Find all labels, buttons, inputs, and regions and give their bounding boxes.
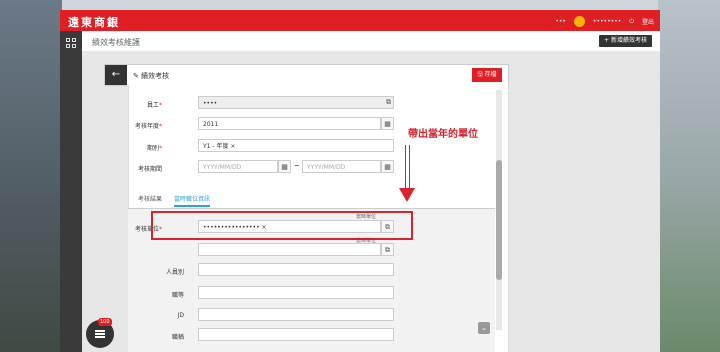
category-label: 人員別 <box>165 269 184 276</box>
title-field[interactable] <box>198 328 394 341</box>
start-date-placeholder: YYYY/MM/DD <box>203 164 242 171</box>
required-mark: * <box>159 102 162 109</box>
annotation-arrow-head <box>399 188 415 202</box>
open-external-icon[interactable]: ⧉ <box>381 243 394 256</box>
panel-title-text: 績效考核 <box>141 72 170 80</box>
background-left <box>0 0 62 352</box>
end-calendar-icon[interactable]: ▦ <box>381 160 394 173</box>
top-bar-right: ••• •••••••• ⏻ 登出 <box>555 16 654 27</box>
top-bar: 遠東商銀 ••• •••••••• ⏻ 登出 <box>60 10 660 31</box>
back-arrow-icon[interactable]: ← <box>105 65 127 85</box>
category-field[interactable] <box>198 263 394 276</box>
highlight-box <box>151 211 413 240</box>
save-button[interactable]: 🖫 存檔 <box>472 68 502 82</box>
start-calendar-icon[interactable]: ▦ <box>278 160 291 173</box>
start-date-field[interactable]: YYYY/MM/DD <box>198 160 278 173</box>
annotation-text: 帶出當年的單位 <box>408 129 478 140</box>
type-label-text: 期別 <box>146 145 159 152</box>
annotation-arrow <box>405 145 410 189</box>
new-appraisal-label: 新增績效考核 <box>610 37 647 44</box>
employee-field[interactable]: •••• <box>198 96 394 109</box>
new-appraisal-button[interactable]: + 新增績效考核 <box>599 35 652 47</box>
year-label: 考核年度* <box>102 121 162 130</box>
tab-result[interactable]: 考核結果 <box>138 194 162 203</box>
open-external-icon[interactable]: ⧉ <box>382 96 395 109</box>
chevron-down-icon[interactable]: ⌄ <box>478 322 490 334</box>
type-label: 期別* <box>102 143 162 152</box>
user-name: ••• <box>555 18 566 25</box>
employee-label-text: 員工 <box>146 102 159 109</box>
year-label-text: 考核年度 <box>134 123 159 130</box>
background-right <box>658 0 720 352</box>
page-title: 績效考核維護 <box>92 38 140 47</box>
power-icon[interactable]: ⏻ <box>629 18 634 26</box>
avatar[interactable] <box>573 16 585 27</box>
scrollbar[interactable] <box>496 90 502 330</box>
unit-secondary-field[interactable] <box>198 243 381 256</box>
jd-label: JD <box>177 312 184 319</box>
notification-badge: 100 <box>98 318 112 326</box>
title-label: 職稱 <box>171 334 184 341</box>
panel-header: ← ✎ 績效考核 🖫 存檔 <box>104 64 509 86</box>
jd-field[interactable] <box>198 308 394 321</box>
date-separator: ~ <box>294 162 300 170</box>
calendar-icon[interactable]: ▦ <box>381 117 394 130</box>
brand-logo[interactable]: 遠東商銀 <box>68 14 120 30</box>
logout-link[interactable]: 登出 <box>642 17 654 26</box>
required-mark: * <box>159 123 162 130</box>
year-field[interactable]: 2011 <box>198 117 381 130</box>
end-date-placeholder: YYYY/MM/DD <box>307 164 346 171</box>
panel-title: ✎ 績效考核 <box>133 72 170 80</box>
user-info: •••••••• <box>592 18 622 25</box>
end-date-field[interactable]: YYYY/MM/DD <box>302 160 381 173</box>
rank-label: 職等 <box>171 292 184 299</box>
page-header: 績效考核維護 + 新增績效考核 <box>82 31 660 52</box>
tab-position-info[interactable]: 當時職位資訊 <box>174 194 211 207</box>
stack-icon <box>95 330 105 338</box>
save-label: 存檔 <box>484 71 497 78</box>
sidebar <box>60 31 82 352</box>
period-label: 考核期間 <box>137 166 162 173</box>
apps-grid-icon[interactable] <box>66 38 76 48</box>
required-mark: * <box>159 145 162 152</box>
tab-bar: 考核結果 當時職位資訊 <box>128 190 495 209</box>
scrollbar-thumb[interactable] <box>496 160 502 280</box>
rank-field[interactable] <box>198 286 394 299</box>
employee-label: 員工* <box>102 100 162 109</box>
type-select[interactable]: Y1 - 年度 × <box>198 139 394 152</box>
